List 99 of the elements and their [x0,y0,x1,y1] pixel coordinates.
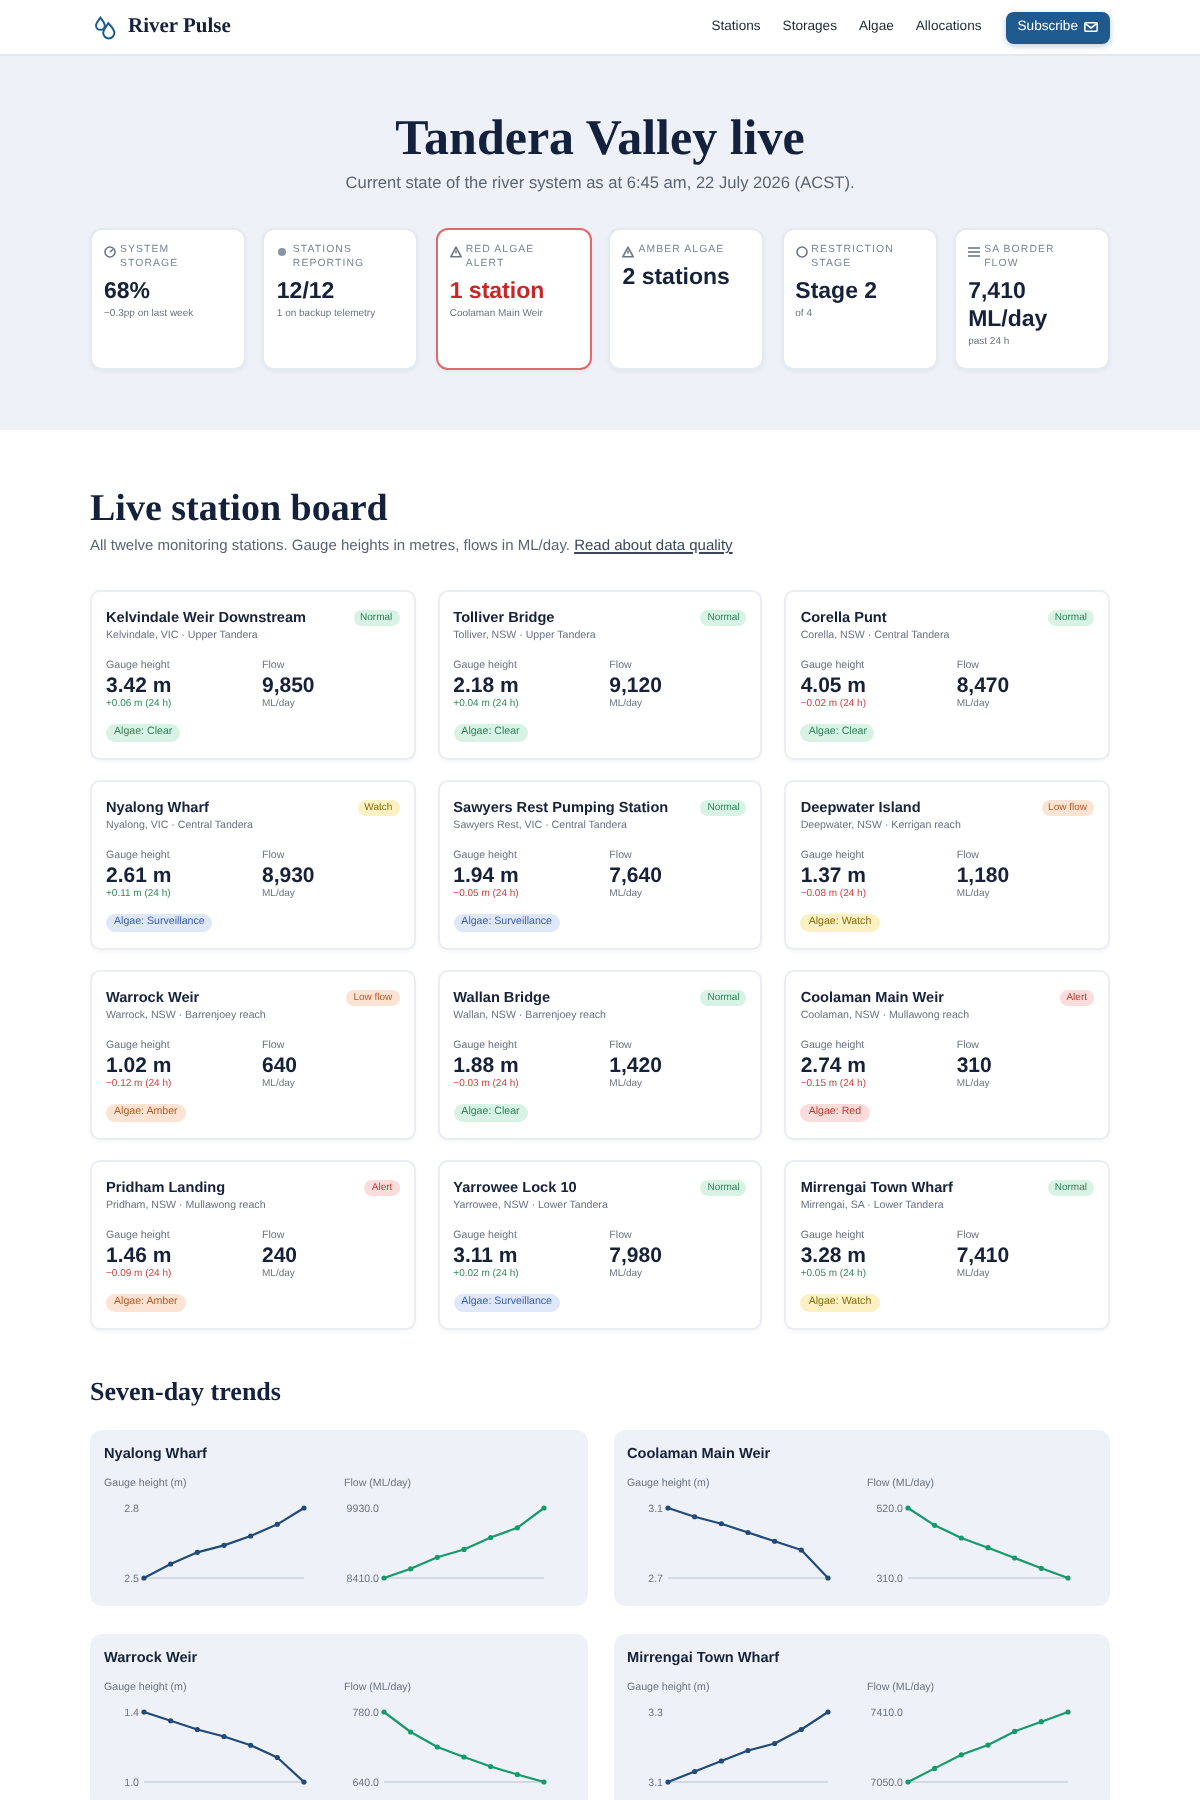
flow-reading: 9,120 [609,674,664,698]
data-point [717,1521,723,1527]
data-point [957,1752,963,1758]
section-title: Live station board [90,488,390,532]
data-point [514,1771,520,1778]
gauge-reading: 4.05 m [800,674,869,698]
page-subtitle: Current state of the river system as at 6:45 am, 22 July 2026 (ACST). [343,172,857,194]
flow-reading: 7,410 [956,1244,1012,1268]
ring-icon [795,245,808,257]
drops-icon [94,15,116,39]
data-point [274,1754,280,1761]
data-point [301,1779,307,1785]
data-point [984,1545,990,1551]
gauge-reading: 2.18 m [453,674,521,698]
data-point [691,1514,697,1520]
data-point [1011,1728,1017,1735]
gauge-reading: 1.88 m [453,1054,521,1078]
flow-reading: 240 [262,1244,300,1268]
section-title: Seven-day trends [90,1376,283,1408]
dot-icon [278,247,287,255]
flow-reading: 310 [956,1054,994,1078]
flow-reading: 1,180 [956,864,1012,888]
stat-value: 2 stations [622,264,732,292]
data-point [141,1575,147,1581]
stat-value: 7,410 ML/day [968,278,1050,334]
data-point [771,1740,777,1747]
gauge-reading: 3.42 m [106,674,174,698]
data-point [744,1747,750,1754]
data-point [248,1742,254,1748]
data-point [301,1505,307,1511]
gauge-reading: 2.61 m [106,864,174,888]
gauge-reading: 2.74 m [800,1054,869,1078]
data-point [408,1566,414,1572]
data-point [957,1535,963,1541]
data-point [488,1763,494,1770]
data-point [797,1726,803,1733]
data-point [691,1768,697,1775]
data-point [461,1546,467,1553]
flow-reading: 9,850 [262,674,317,698]
data-point [1037,1719,1043,1725]
stat-value: 1 station [449,278,547,306]
data-point [434,1554,440,1560]
data-point [434,1744,440,1750]
data-point [408,1729,414,1735]
data-point [194,1549,200,1555]
stat-value: 12/12 [276,278,337,306]
data-point [931,1522,937,1528]
flow-reading: 1,420 [609,1054,664,1078]
data-point [514,1525,520,1531]
lines-icon [968,245,981,257]
mail-icon [1084,22,1098,32]
data-point [1064,1709,1070,1715]
stat-value: Stage 2 [795,278,880,306]
data-point [904,1505,910,1511]
flow-reading: 640 [262,1054,300,1078]
data-point [771,1538,777,1544]
warning-icon [449,245,462,257]
gauge-reading: 3.11 m [453,1244,520,1268]
data-point [461,1754,467,1760]
gauge-icon [104,245,116,257]
gauge-reading: 1.46 m [106,1244,174,1268]
brand-name: River Pulse [128,16,231,38]
data-point [274,1521,280,1527]
data-point [984,1742,990,1748]
warning-icon [622,245,635,257]
flow-reading: 7,980 [609,1244,664,1268]
data-point [221,1542,227,1548]
data-point [488,1534,494,1541]
flow-reading: 8,470 [956,674,1012,698]
data-point [541,1779,547,1785]
stat-value: 68% [104,278,153,306]
data-point [664,1505,670,1511]
gauge-reading: 1.94 m [453,864,521,888]
flow-reading: 8,930 [262,864,317,888]
data-point [381,1575,387,1581]
page-title: Tandera Valley live [393,110,807,170]
data-point [141,1709,147,1715]
data-point [797,1547,803,1553]
data-point [194,1726,200,1733]
data-point [381,1709,387,1715]
data-point [744,1529,750,1536]
data-point [168,1561,174,1567]
data-point [824,1575,830,1581]
data-point [248,1533,254,1539]
data-point [717,1758,723,1764]
data-point [221,1733,227,1740]
flow-reading: 7,640 [609,864,664,888]
data-point [541,1505,547,1511]
data-point [1064,1575,1070,1581]
gauge-reading: 1.02 m [106,1054,174,1078]
data-point [1011,1555,1017,1561]
gauge-reading: 1.37 m [800,864,869,888]
data-point [664,1779,670,1785]
data-point [1037,1565,1043,1571]
data-point [824,1709,830,1715]
data-point [168,1718,174,1724]
data-point [931,1765,937,1771]
gauge-reading: 3.28 m [800,1244,869,1268]
data-point [904,1779,910,1785]
